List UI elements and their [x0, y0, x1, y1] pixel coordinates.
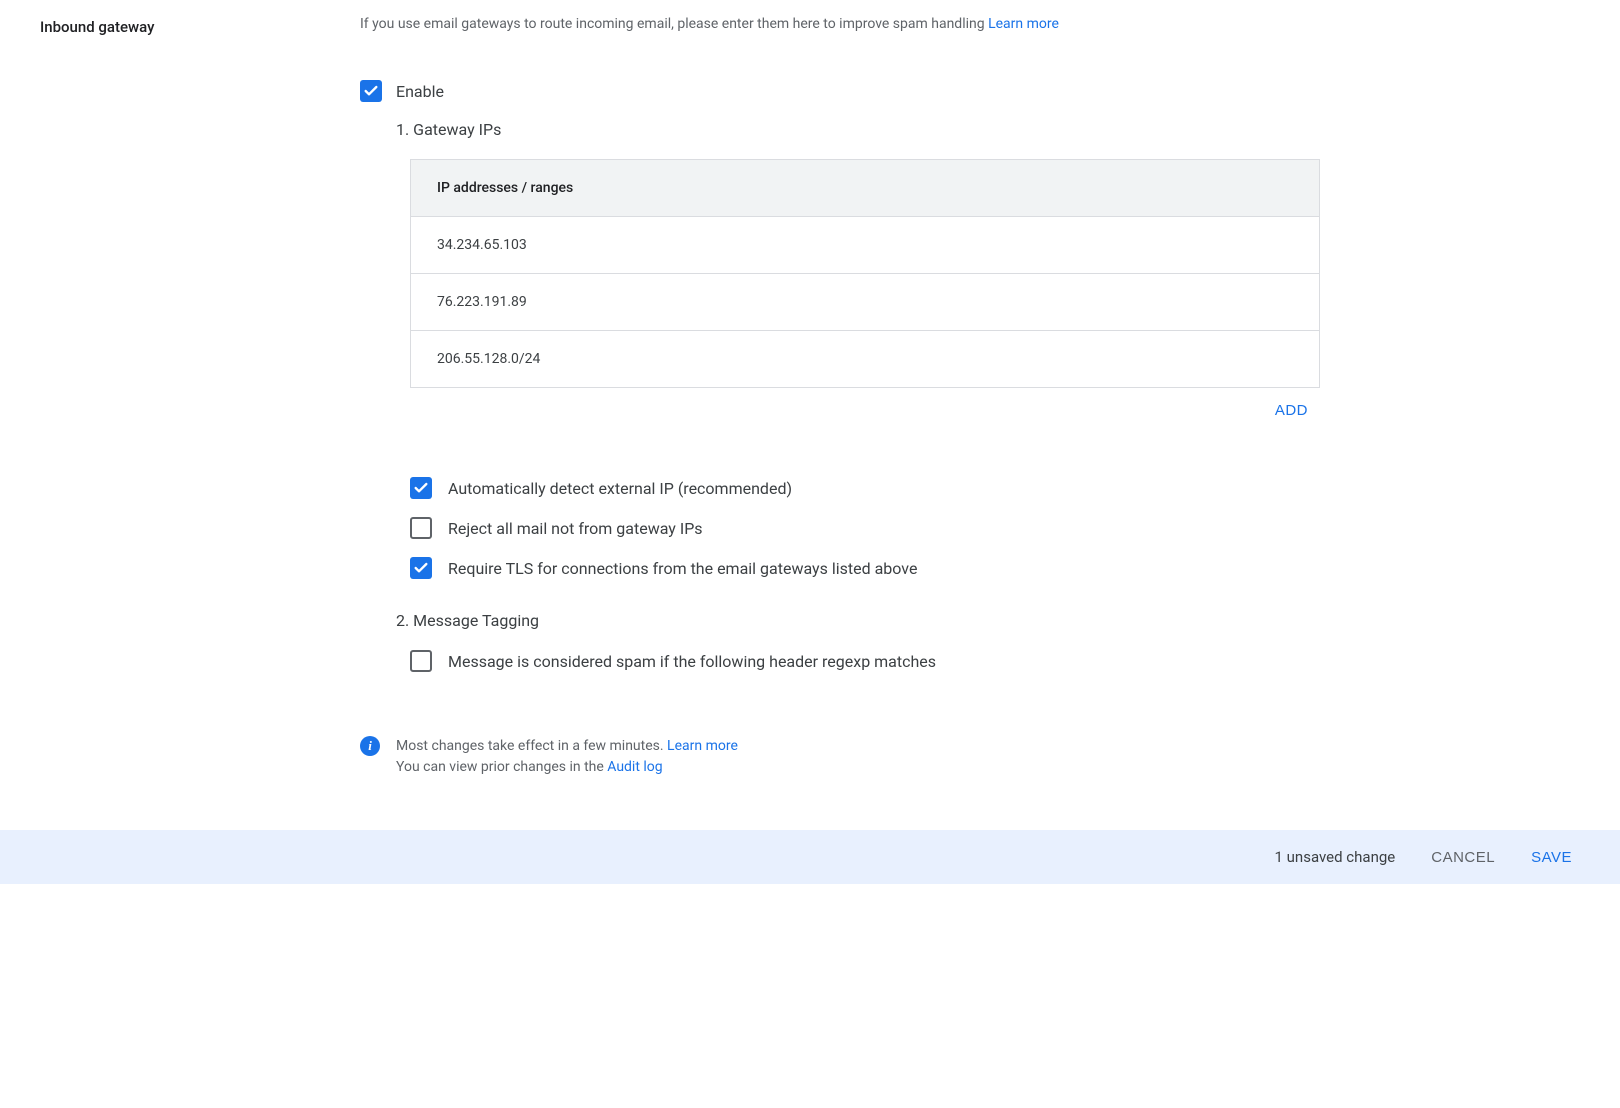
add-button[interactable]: ADD	[1263, 394, 1320, 427]
enable-checkbox[interactable]	[360, 80, 382, 102]
info-line1: Most changes take effect in a few minute…	[396, 738, 667, 754]
spam-regexp-checkbox[interactable]	[410, 650, 432, 672]
info-text: Most changes take effect in a few minute…	[396, 736, 738, 778]
auto-detect-label: Automatically detect external IP (recomm…	[448, 479, 792, 498]
reject-non-gateway-checkbox[interactable]	[410, 517, 432, 539]
table-row[interactable]: 34.234.65.103	[411, 217, 1319, 274]
learn-more-link[interactable]: Learn more	[988, 16, 1059, 32]
description-text: If you use email gateways to route incom…	[360, 16, 988, 32]
auto-detect-checkbox[interactable]	[410, 477, 432, 499]
info-icon: i	[360, 736, 380, 756]
table-row[interactable]: 76.223.191.89	[411, 274, 1319, 331]
spam-regexp-label: Message is considered spam if the follow…	[448, 652, 936, 671]
section-description: If you use email gateways to route incom…	[360, 16, 1320, 32]
gateway-ips-table: IP addresses / ranges 34.234.65.103 76.2…	[410, 159, 1320, 388]
enable-label: Enable	[396, 82, 444, 101]
table-header: IP addresses / ranges	[411, 160, 1319, 217]
gateway-ips-heading: 1. Gateway IPs	[396, 120, 1320, 139]
info-line2: You can view prior changes in the	[396, 759, 607, 775]
audit-log-link[interactable]: Audit log	[607, 759, 662, 775]
require-tls-label: Require TLS for connections from the ema…	[448, 559, 917, 578]
unsaved-changes-text: 1 unsaved change	[1275, 848, 1396, 866]
message-tagging-heading: 2. Message Tagging	[396, 611, 1320, 630]
check-icon	[363, 83, 379, 99]
save-button[interactable]: SAVE	[1531, 849, 1572, 866]
info-learn-more-link[interactable]: Learn more	[667, 738, 738, 754]
check-icon	[413, 480, 429, 496]
check-icon	[413, 560, 429, 576]
cancel-button[interactable]: CANCEL	[1431, 849, 1495, 866]
require-tls-checkbox[interactable]	[410, 557, 432, 579]
table-header-label: IP addresses / ranges	[437, 180, 573, 196]
table-row[interactable]: 206.55.128.0/24	[411, 331, 1319, 387]
footer-bar: 1 unsaved change CANCEL SAVE	[0, 830, 1620, 884]
reject-non-gateway-label: Reject all mail not from gateway IPs	[448, 519, 703, 538]
section-title: Inbound gateway	[40, 16, 360, 36]
